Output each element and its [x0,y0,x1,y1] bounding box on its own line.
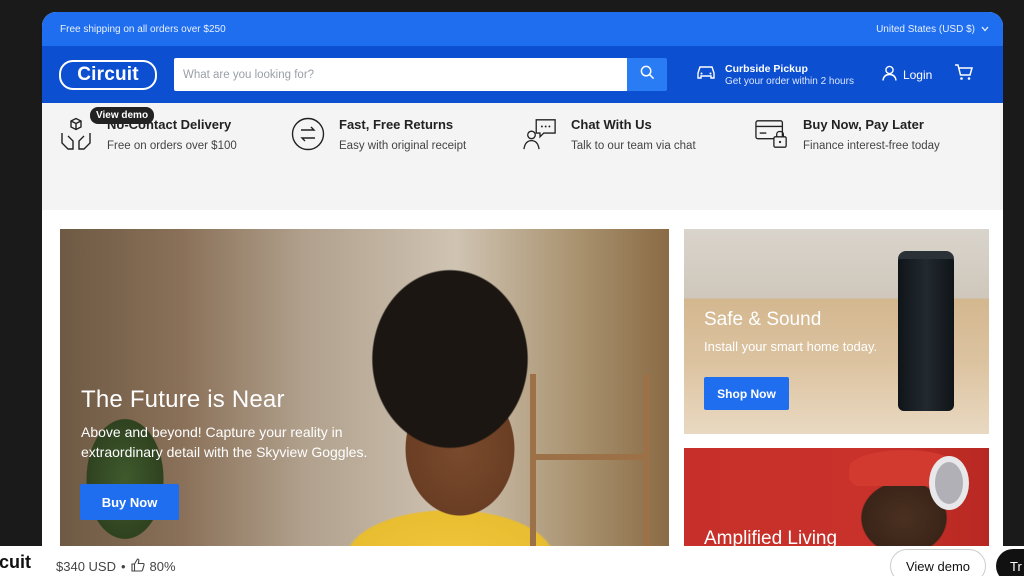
hero-banner[interactable]: The Future is Near Above and beyond! Cap… [60,229,669,552]
feature-item: Chat With Us Talk to our team via chat [523,117,755,210]
feature-item: Fast, Free Returns Easy with original re… [291,117,523,210]
feature-subtitle: Easy with original receipt [339,140,467,152]
feature-subtitle: Finance interest-free today [803,140,940,152]
curbside-title: Curbside Pickup [725,62,808,75]
login-label: Login [902,67,933,82]
site-header: Circuit Curbside Pickup Get your order w… [42,46,1003,103]
feature-title: Fast, Free Returns [339,117,454,132]
theme-demo-bar: rcuit $340 USD • 80% View demo Tr [0,546,1024,576]
logo[interactable]: Circuit [59,59,157,90]
curbside-subtitle: Get your order within 2 hours [725,75,854,87]
shop-now-button[interactable]: Shop Now [704,377,789,410]
user-icon [882,65,897,84]
login-link[interactable]: Login [882,65,932,84]
search-icon [640,65,655,85]
card-lock-icon [755,117,789,151]
search-button[interactable] [627,58,667,91]
feature-item: No-Contact Delivery Free on orders over … [59,117,291,210]
view-demo-tooltip[interactable]: View demo [90,107,155,124]
promo-title: Safe & Sound [704,309,822,330]
promo-subtitle: Install your smart home today. [704,339,878,354]
country-label: United States (USD $) [876,23,975,35]
theme-price: $340 USD [56,559,116,574]
feature-title: Chat With Us [571,117,652,132]
buy-now-button[interactable]: Buy Now [80,484,179,520]
search-bar [174,58,667,91]
headphones-image [929,456,969,510]
exchange-arrows-icon [291,117,325,151]
cart-icon [954,63,974,86]
cart-button[interactable] [954,63,974,86]
separator-dot: • [120,559,126,574]
feature-subtitle: Talk to our team via chat [571,140,696,152]
promo-speaker[interactable]: Safe & Sound Install your smart home tod… [684,229,989,434]
feature-item: Buy Now, Pay Later Finance interest-free… [755,117,987,210]
try-theme-button[interactable]: Tr [996,549,1024,576]
browser-frame: Free shipping on all orders over $250 Un… [42,12,1003,552]
feature-subtitle: Free on orders over $100 [107,140,237,152]
hands-box-icon [59,117,93,151]
feature-title: Buy Now, Pay Later [803,117,924,132]
shelf-image [530,374,650,552]
curbside-pickup[interactable]: Curbside Pickup Get your order within 2 … [695,63,854,87]
theme-rating: 80% [149,559,176,574]
smart-speaker-image [898,251,954,411]
announcement-bar: Free shipping on all orders over $250 Un… [42,12,1003,46]
hero-title: The Future is Near [81,386,285,413]
hero-subtitle: Above and beyond! Capture your reality i… [81,424,368,460]
chat-person-icon [523,117,557,151]
chevron-down-icon [981,25,989,34]
thumbs-up-icon [130,558,145,575]
promo-headphones[interactable]: Amplified Living [684,448,989,552]
shipping-text: Free shipping on all orders over $250 [60,23,226,35]
search-input[interactable] [174,58,627,91]
car-icon [695,64,717,85]
view-demo-button[interactable]: View demo [890,549,986,576]
features-strip: View demo No-Contact Delivery Free on or… [42,103,1003,210]
theme-name: rcuit [0,552,32,572]
country-selector[interactable]: United States (USD $) [876,24,989,35]
theme-price-rating: $340 USD • 80% [56,558,176,575]
